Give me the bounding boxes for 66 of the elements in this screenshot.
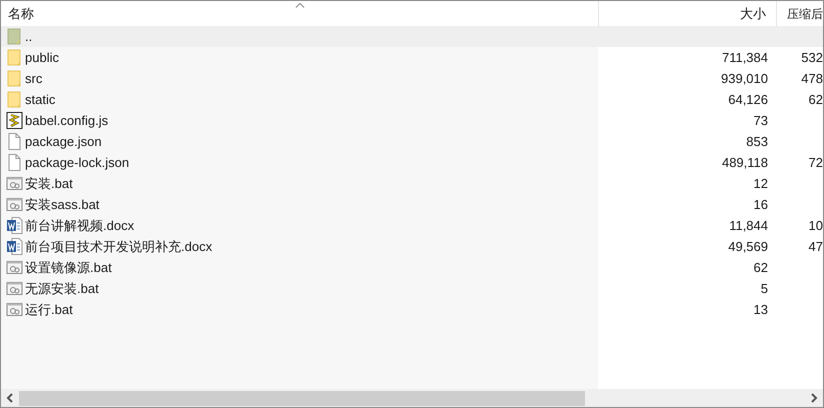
size-cell-text: 13	[754, 300, 768, 319]
size-cell-text: 62	[754, 258, 768, 277]
compressed-size-cell-text: 532	[801, 48, 823, 67]
size-cell-text: 939,010	[721, 70, 768, 88]
folder-icon	[6, 91, 23, 108]
size-cell-text: 12	[754, 174, 768, 193]
file-name: 设置镜像源.bat	[25, 258, 112, 277]
size-cell-text: 5	[760, 280, 768, 298]
file-name: 运行.bat	[25, 300, 73, 319]
file-row[interactable]: 前台讲解视频.docx 11,844 10	[1, 215, 823, 236]
parent-folder-icon	[6, 28, 23, 45]
file-row[interactable]: 运行.bat 13	[1, 299, 823, 320]
size-cell-text: 11,844	[729, 216, 768, 235]
file-row[interactable]: 安装.bat 12	[1, 173, 823, 194]
size-cell-text: 16	[754, 196, 768, 214]
batch-file-icon	[6, 280, 23, 297]
compressed-size-cell-text: 62	[808, 90, 823, 109]
word-document-icon	[6, 238, 23, 255]
file-name: 前台讲解视频.docx	[25, 216, 134, 235]
size-cell-text: 489,118	[722, 154, 768, 172]
file-name: 安装sass.bat	[25, 196, 100, 214]
file-name: 安装.bat	[25, 174, 73, 193]
file-row[interactable]: package-lock.json 489,118 72	[1, 152, 823, 173]
script-file-icon	[6, 112, 23, 129]
file-row[interactable]: ..	[1, 26, 823, 47]
column-header[interactable]: 名称	[1, 1, 598, 26]
file-row[interactable]: 无源安装.bat 5	[1, 278, 823, 299]
folder-icon	[6, 70, 23, 87]
file-name: package.json	[25, 132, 102, 151]
size-cell-text: 73	[754, 112, 768, 130]
file-icon	[6, 154, 23, 171]
size-cell-text: 64,126	[728, 90, 768, 109]
file-icon	[6, 133, 23, 150]
chevron-left-icon	[6, 393, 14, 403]
file-row[interactable]: static 64,126 62	[1, 89, 823, 110]
file-row[interactable]: src 939,010 478	[1, 68, 823, 89]
file-name: babel.config.js	[25, 112, 108, 130]
file-row[interactable]: 前台项目技术开发说明补充.docx 49,569 47	[1, 236, 823, 257]
scrollbar-thumb[interactable]	[19, 390, 585, 406]
batch-file-icon	[6, 259, 23, 276]
size-cell-text: 853	[746, 132, 768, 151]
file-row[interactable]: 安装sass.bat 16	[1, 194, 823, 215]
file-name: package-lock.json	[25, 154, 130, 172]
chevron-right-icon	[810, 393, 818, 403]
compressed-size-cell-text: 478	[801, 70, 823, 88]
batch-file-icon	[6, 196, 23, 213]
compressed-size-cell-text: 47	[808, 238, 823, 256]
file-name: static	[25, 90, 56, 109]
file-row[interactable]: package.json 853	[1, 131, 823, 152]
compressed-size-cell-text: 72	[808, 154, 823, 172]
sort-ascending-icon	[295, 3, 304, 8]
file-row[interactable]: babel.config.js 73	[1, 110, 823, 131]
file-row[interactable]: public 711,384 532	[1, 47, 823, 68]
file-row[interactable]: 设置镜像源.bat 62	[1, 257, 823, 278]
file-name: src	[25, 70, 42, 88]
size-cell-text: 49,569	[728, 238, 768, 256]
file-name: public	[25, 48, 59, 67]
file-name: 前台项目技术开发说明补充.docx	[25, 238, 212, 256]
compressed-size-cell-text: 10	[808, 216, 823, 235]
batch-file-icon	[6, 301, 23, 318]
size-cell-text: 711,384	[722, 48, 768, 67]
word-document-icon	[6, 217, 23, 234]
folder-icon	[6, 49, 23, 66]
file-name: 无源安装.bat	[25, 280, 99, 298]
batch-file-icon	[6, 175, 23, 192]
file-name: ..	[25, 28, 32, 46]
